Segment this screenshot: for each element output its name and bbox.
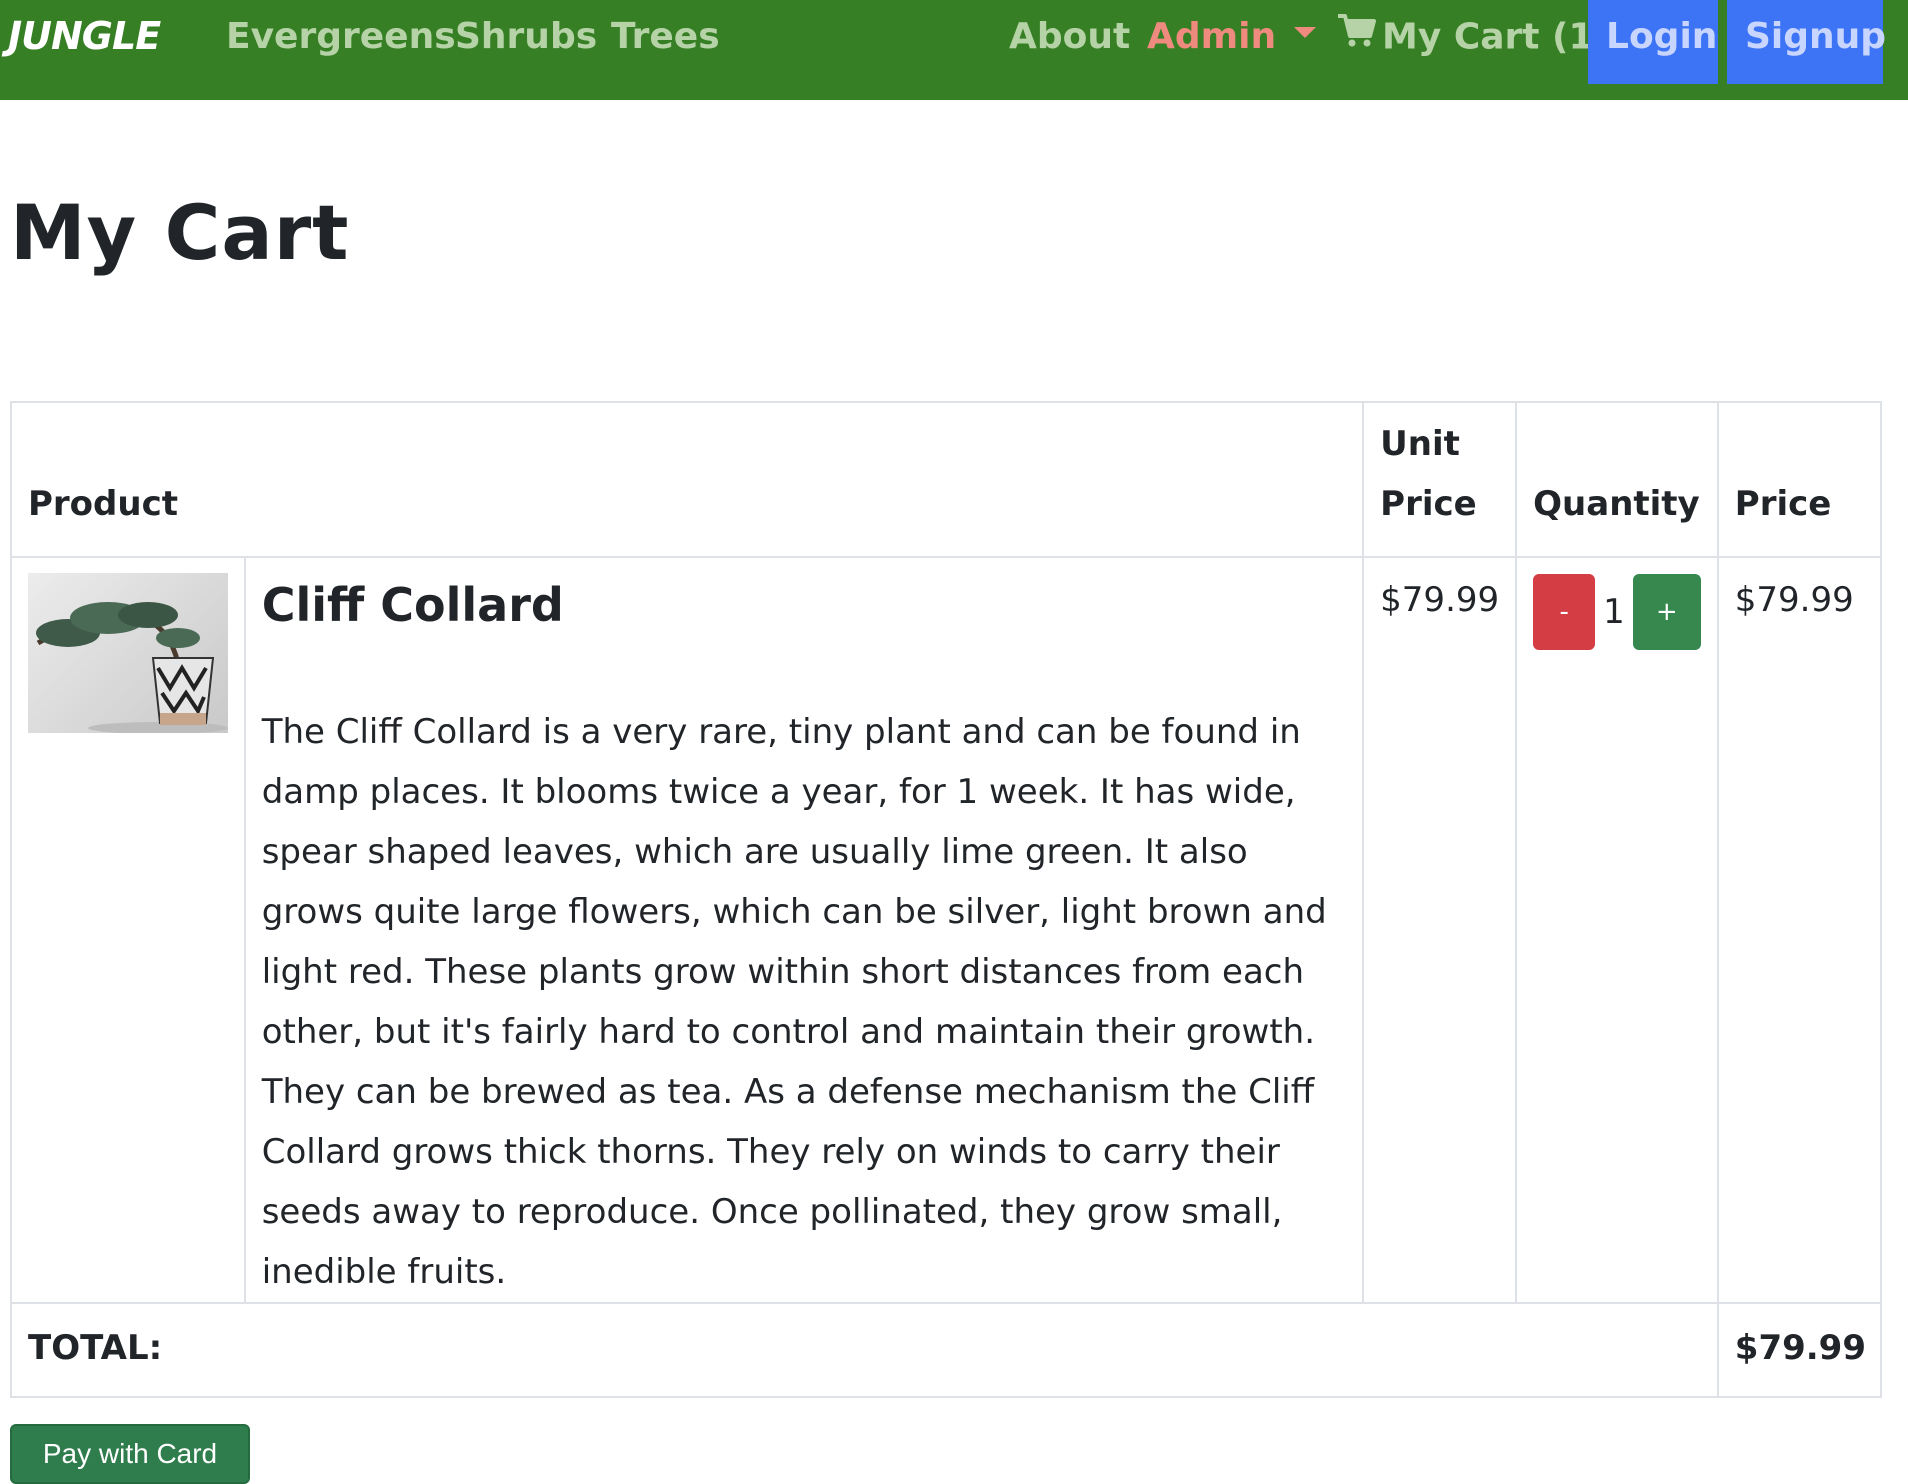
top-navbar: JUNGLE Evergreens Shrubs Trees About Adm… bbox=[0, 0, 1908, 100]
table-header-row: Product Unit Price Quantity Price bbox=[9, 401, 1883, 558]
line-price: $79.99 bbox=[1716, 556, 1883, 1304]
bonsai-plant-image bbox=[28, 573, 228, 733]
header-quantity: Quantity bbox=[1515, 401, 1719, 558]
signup-button[interactable]: Signup bbox=[1727, 0, 1886, 84]
product-info-cell: Cliff Collard The Cliff Collard is a ver… bbox=[243, 556, 1365, 1304]
header-price: Price bbox=[1716, 401, 1883, 558]
nav-admin-dropdown[interactable]: Admin bbox=[1147, 16, 1317, 57]
increase-quantity-button[interactable]: + bbox=[1632, 574, 1701, 650]
total-label: TOTAL: bbox=[10, 1302, 1719, 1398]
nav-my-cart-label: My Cart (1) bbox=[1382, 16, 1610, 58]
table-row: Cliff Collard The Cliff Collard is a ver… bbox=[10, 556, 1883, 1304]
nav-admin-label: Admin bbox=[1147, 16, 1277, 57]
quantity-stepper: -1 + bbox=[1515, 556, 1719, 1304]
nav-shrubs[interactable]: Shrubs bbox=[455, 16, 597, 57]
pay-with-card-button[interactable]: Pay with Card bbox=[10, 1424, 250, 1484]
nav-about[interactable]: About bbox=[1009, 16, 1130, 57]
decrease-quantity-button[interactable]: - bbox=[1533, 574, 1596, 650]
header-unit-price: Unit Price bbox=[1362, 401, 1518, 558]
quantity-value: 1 bbox=[1603, 592, 1625, 632]
brand-logo[interactable]: JUNGLE bbox=[8, 14, 161, 58]
product-description: The Cliff Collard is a very rare, tiny p… bbox=[261, 712, 1327, 1292]
nav-evergreens[interactable]: Evergreens bbox=[226, 16, 456, 57]
total-value: $79.99 bbox=[1716, 1302, 1883, 1398]
product-image-cell bbox=[10, 556, 246, 1304]
total-row: TOTAL: $79.99 bbox=[10, 1302, 1883, 1398]
shopping-cart-icon bbox=[1336, 12, 1376, 57]
product-name[interactable]: Cliff Collard bbox=[262, 578, 1346, 632]
cart-table: Product Unit Price Quantity Price Cliff … bbox=[9, 401, 1883, 1398]
login-button[interactable]: Login bbox=[1588, 0, 1718, 84]
nav-trees[interactable]: Trees bbox=[611, 16, 720, 57]
caret-down-icon bbox=[1294, 26, 1317, 38]
header-product: Product bbox=[9, 401, 1365, 558]
nav-my-cart[interactable]: My Cart (1) bbox=[1336, 14, 1610, 61]
unit-price: $79.99 bbox=[1362, 556, 1518, 1304]
page-title: My Cart bbox=[10, 188, 350, 277]
